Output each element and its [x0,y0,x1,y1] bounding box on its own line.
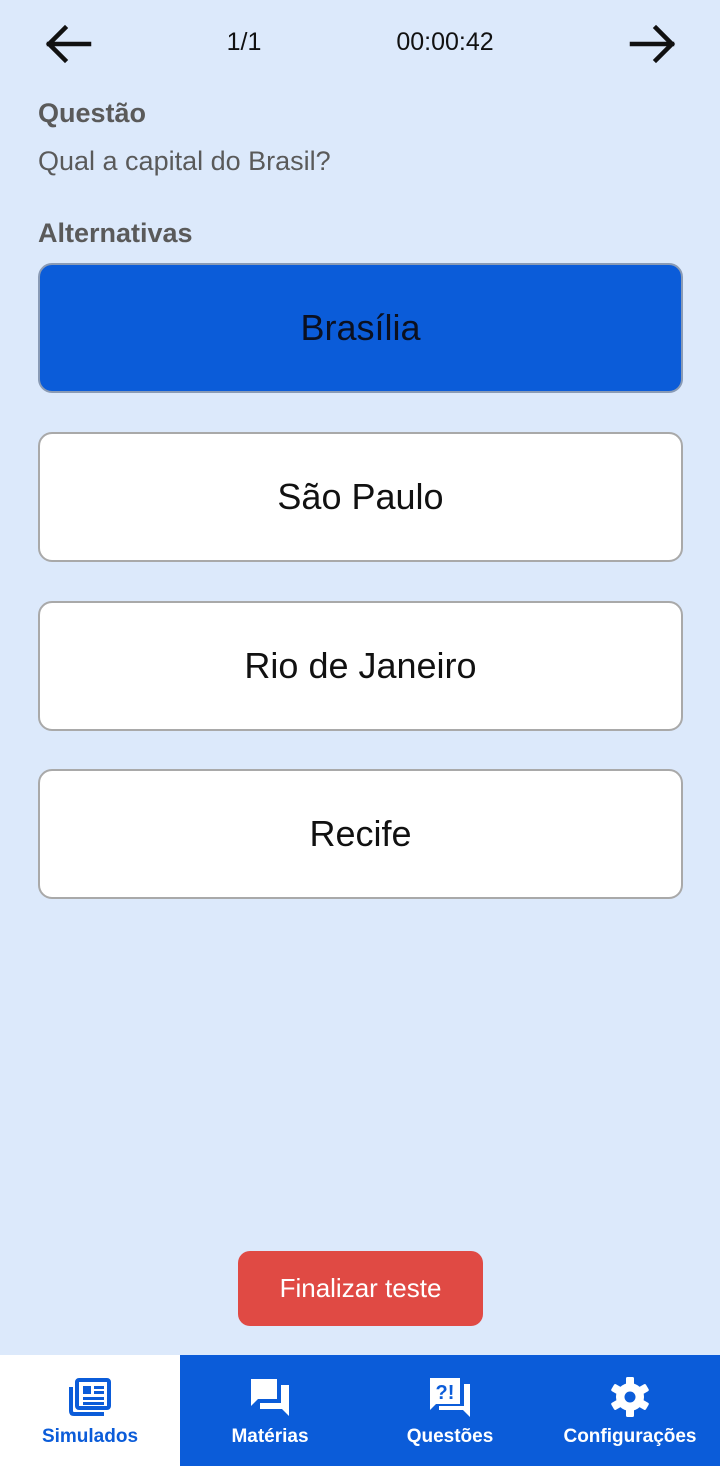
alternative-option-3[interactable]: Rio de Janeiro [38,601,683,731]
tab-label: Simulados [41,1425,139,1447]
alternative-option-2[interactable]: São Paulo [38,432,683,562]
gear-icon [607,1374,653,1420]
newspaper-icon [67,1374,113,1420]
quiz-icon: ?! [427,1374,473,1420]
forum-icon [247,1374,293,1420]
question-counter: 1/1 [226,28,262,56]
alternative-text: Rio de Janeiro [244,645,477,686]
bottom-navigation: Simulados Matérias ?! Questões Configura… [0,1355,720,1466]
tab-simulados[interactable]: Simulados [0,1355,180,1466]
arrow-left-icon [45,24,92,64]
alternative-text: São Paulo [277,476,444,517]
top-bar: 1/1 00:00:42 [0,0,720,88]
alternative-text: Recife [309,813,412,854]
tab-materias[interactable]: Matérias [180,1355,360,1466]
tab-configuracoes[interactable]: Configurações [540,1355,720,1466]
arrow-right-icon [629,24,676,64]
next-question-button[interactable] [625,18,681,70]
tab-label: Configurações [563,1425,697,1447]
tab-questoes[interactable]: ?! Questões [360,1355,540,1466]
elapsed-timer: 00:00:42 [396,28,494,56]
quiz-screen: 1/1 00:00:42 Questão Qual a capital do B… [0,0,720,1466]
finish-test-button[interactable]: Finalizar teste [238,1251,483,1326]
tab-label: Questões [406,1425,494,1447]
previous-question-button[interactable] [40,18,96,70]
tab-label: Matérias [231,1425,309,1447]
svg-text:?!: ?! [436,1382,455,1404]
alternative-option-1[interactable]: Brasília [38,263,683,393]
alternatives-label: Alternativas [38,218,193,248]
alternative-option-4[interactable]: Recife [38,769,683,899]
question-label: Questão [38,98,147,128]
alternative-text: Brasília [300,307,421,348]
question-text: Qual a capital do Brasil? [38,146,331,176]
